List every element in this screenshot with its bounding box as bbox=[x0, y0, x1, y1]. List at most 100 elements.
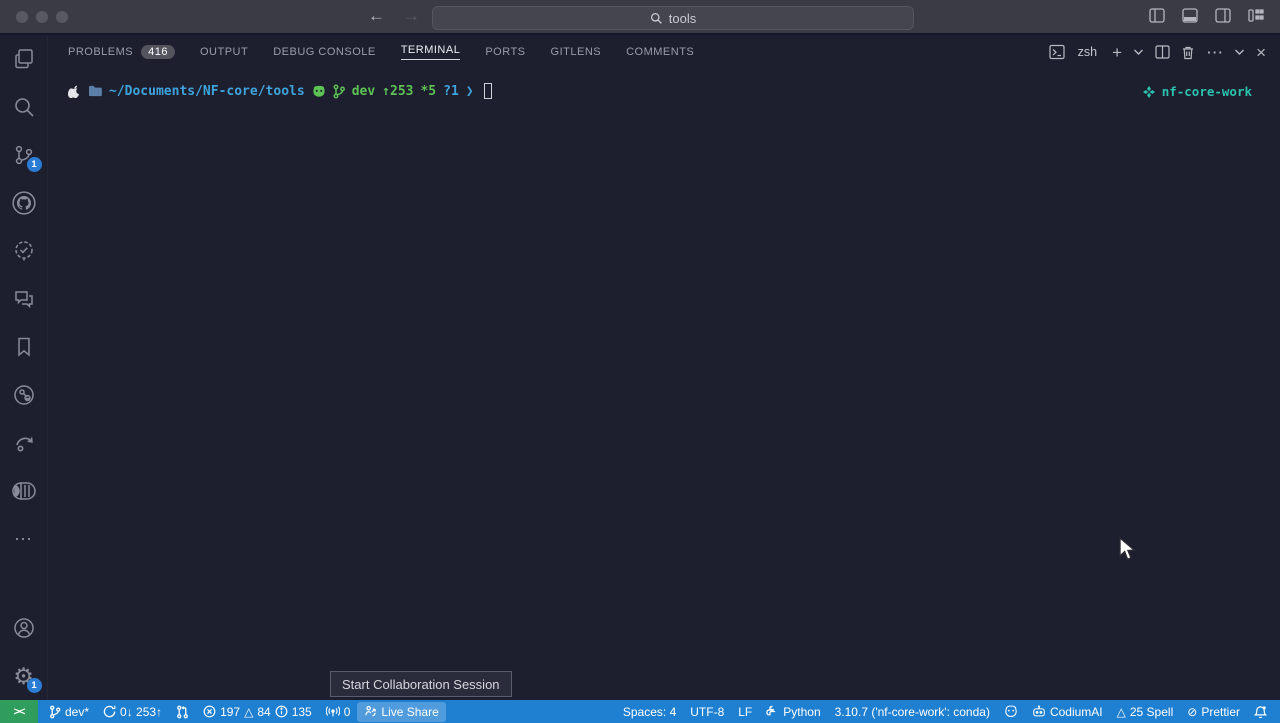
tab-debug-console[interactable]: DEBUG CONSOLE bbox=[273, 46, 375, 58]
git-branch-icon bbox=[49, 705, 61, 719]
search-icon bbox=[12, 95, 36, 119]
bottom-panel: PROBLEMS 416 OUTPUT DEBUG CONSOLE TERMIN… bbox=[48, 35, 1280, 700]
warning-icon: △ bbox=[1117, 705, 1126, 719]
sync-status[interactable]: 0↓ 253↑ bbox=[96, 700, 169, 723]
eol-status[interactable]: LF bbox=[731, 700, 759, 723]
terminal-prompt[interactable]: ~/Documents/NF-core/tools dev ↑253 *5 ?1… bbox=[68, 83, 492, 99]
account-button[interactable] bbox=[0, 604, 48, 652]
more-views-icon: ⋯ bbox=[14, 529, 33, 550]
notifications-button[interactable] bbox=[1247, 700, 1274, 723]
sidebar-item-source-control[interactable]: 1 bbox=[0, 131, 48, 179]
new-terminal-icon[interactable]: + bbox=[1112, 44, 1122, 61]
toggle-sidebar-right-icon[interactable] bbox=[1215, 8, 1231, 23]
live-share-icon bbox=[12, 383, 36, 407]
pull-request-status[interactable] bbox=[169, 700, 196, 723]
codium-status[interactable]: CodiumAI bbox=[1025, 700, 1110, 723]
live-share-button[interactable]: Live Share bbox=[357, 702, 445, 722]
close-window-icon[interactable] bbox=[16, 11, 28, 23]
back-icon[interactable]: ← bbox=[368, 6, 385, 26]
toggle-panel-icon[interactable] bbox=[1182, 8, 1198, 23]
tab-gitlens[interactable]: GITLENS bbox=[551, 46, 602, 58]
problems-count-badge: 416 bbox=[141, 45, 175, 59]
octocat-face-icon bbox=[312, 85, 326, 98]
ports-status[interactable]: 0 bbox=[319, 700, 358, 723]
info-icon bbox=[275, 705, 288, 718]
tooltip-start-collaboration: Start Collaboration Session bbox=[330, 671, 512, 697]
tab-comments[interactable]: COMMENTS bbox=[626, 46, 694, 58]
tab-problems[interactable]: PROBLEMS 416 bbox=[68, 45, 175, 59]
prompt-chevron: ❯ bbox=[466, 84, 474, 99]
indentation-status[interactable]: Spaces: 4 bbox=[616, 700, 683, 723]
warning-icon: △ bbox=[244, 705, 253, 719]
codium-icon bbox=[11, 480, 37, 502]
github-status[interactable] bbox=[997, 700, 1025, 723]
split-terminal-icon[interactable] bbox=[1155, 45, 1170, 59]
customize-layout-icon[interactable] bbox=[1248, 8, 1264, 23]
env-diamond-icon bbox=[1143, 86, 1155, 98]
main-area: 1 ⋯ ⚙ 1 bbox=[0, 35, 1280, 700]
activity-bar: 1 ⋯ ⚙ 1 bbox=[0, 35, 48, 700]
shell-name[interactable]: zsh bbox=[1078, 45, 1097, 59]
settings-badge: 1 bbox=[27, 678, 42, 693]
sidebar-item-search[interactable] bbox=[0, 83, 48, 131]
encoding-status[interactable]: UTF-8 bbox=[683, 700, 731, 723]
folder-icon bbox=[88, 85, 102, 97]
prettier-icon: ⊘ bbox=[1187, 705, 1197, 719]
minimize-window-icon[interactable] bbox=[36, 11, 48, 23]
settings-button[interactable]: ⚙ 1 bbox=[0, 652, 48, 700]
sidebar-item-explorer[interactable] bbox=[0, 35, 48, 83]
prompt-untracked: ?1 bbox=[443, 84, 459, 99]
sidebar-item-comments[interactable] bbox=[0, 275, 48, 323]
tab-terminal[interactable]: TERMINAL bbox=[401, 44, 461, 60]
spell-checker-status[interactable]: △ 25 Spell bbox=[1110, 700, 1181, 723]
pull-request-icon bbox=[176, 705, 189, 719]
terminal-icon bbox=[1049, 44, 1065, 60]
gitlens-icon bbox=[12, 431, 36, 455]
account-icon bbox=[12, 616, 36, 640]
sidebar-item-gitlens[interactable] bbox=[0, 419, 48, 467]
mouse-pointer bbox=[1117, 537, 1137, 563]
sidebar-item-more[interactable]: ⋯ bbox=[0, 515, 48, 563]
prompt-modified: *5 bbox=[420, 84, 436, 99]
close-panel-icon[interactable]: × bbox=[1256, 44, 1266, 61]
bell-icon bbox=[1254, 705, 1267, 719]
views-more-actions-icon[interactable]: ⋯ bbox=[1206, 44, 1223, 61]
git-branch-icon bbox=[333, 84, 345, 99]
command-center-search[interactable]: tools bbox=[432, 6, 914, 30]
branch-status[interactable]: dev* bbox=[42, 700, 96, 723]
search-icon bbox=[650, 12, 663, 25]
tab-output[interactable]: OUTPUT bbox=[200, 46, 248, 58]
panel-tabs: PROBLEMS 416 OUTPUT DEBUG CONSOLE TERMIN… bbox=[68, 44, 694, 60]
maximize-window-icon[interactable] bbox=[56, 11, 68, 23]
terminal-cursor bbox=[484, 83, 492, 99]
prettier-status[interactable]: ⊘ Prettier bbox=[1180, 700, 1247, 723]
remote-indicator[interactable]: >< bbox=[0, 700, 38, 723]
remote-icon: >< bbox=[14, 706, 25, 718]
prompt-branch: dev bbox=[352, 84, 375, 99]
conda-env-indicator: nf-core-work bbox=[1143, 84, 1252, 99]
problems-status[interactable]: 197 △ 84 135 bbox=[196, 700, 319, 723]
kill-terminal-trash-icon[interactable] bbox=[1181, 45, 1195, 60]
toggle-sidebar-left-icon[interactable] bbox=[1149, 8, 1165, 23]
sidebar-item-github[interactable] bbox=[0, 179, 48, 227]
broadcast-icon bbox=[326, 705, 340, 718]
seal-check-icon bbox=[12, 239, 36, 263]
hide-panel-chevron-icon[interactable] bbox=[1234, 48, 1245, 56]
window-controls[interactable] bbox=[16, 11, 68, 23]
error-icon bbox=[203, 705, 216, 718]
prompt-cwd: ~/Documents/NF-core/tools bbox=[109, 84, 305, 99]
language-status[interactable]: Python bbox=[759, 700, 827, 723]
launch-profile-chevron-icon[interactable] bbox=[1133, 48, 1144, 56]
comments-icon bbox=[12, 287, 36, 311]
live-share-icon bbox=[364, 705, 377, 718]
github-icon bbox=[11, 190, 37, 216]
tab-ports[interactable]: PORTS bbox=[485, 46, 525, 58]
sidebar-item-codiumai[interactable] bbox=[0, 467, 48, 515]
forward-icon: → bbox=[403, 6, 420, 26]
sync-icon bbox=[103, 705, 116, 718]
python-interpreter-status[interactable]: 3.10.7 ('nf-core-work': conda) bbox=[828, 700, 997, 723]
panel-actions: zsh + ⋯ × bbox=[1049, 44, 1266, 61]
sidebar-item-github-actions[interactable] bbox=[0, 227, 48, 275]
sidebar-item-bookmarks[interactable] bbox=[0, 323, 48, 371]
sidebar-item-live-share[interactable] bbox=[0, 371, 48, 419]
